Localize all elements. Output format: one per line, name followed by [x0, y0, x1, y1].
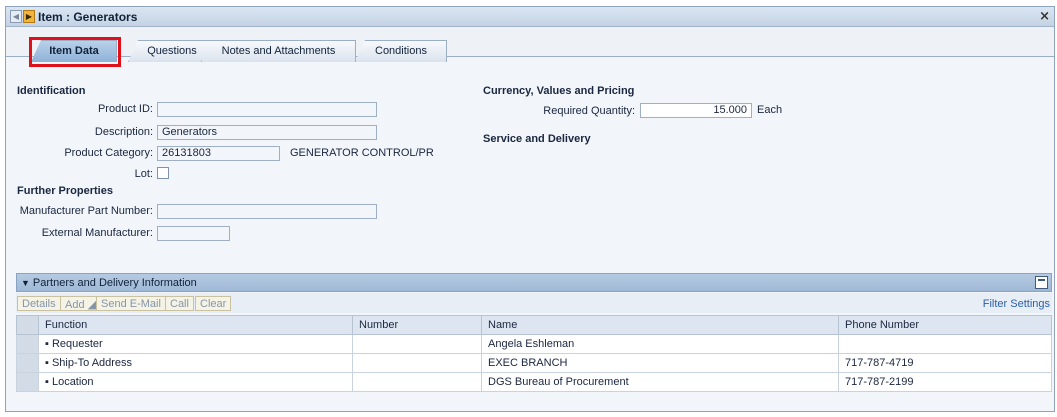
title-bar: ◀ ▶ Item : Generators ×	[6, 7, 1054, 27]
column-header-name[interactable]: Name	[481, 315, 839, 335]
table-row[interactable]: ▪ Requester Angela Eshleman	[16, 334, 1052, 354]
window-title: Item : Generators	[38, 10, 138, 24]
add-button[interactable]: Add ◢	[60, 296, 102, 311]
previous-item-button[interactable]: ◀	[10, 10, 22, 23]
row-selector[interactable]	[16, 372, 39, 392]
partners-toolbar: Details Add ◢ Send E-Mail Call Clear Fil…	[16, 293, 1052, 313]
collapse-triangle-icon[interactable]: ▼	[21, 278, 30, 288]
clear-button[interactable]: Clear	[195, 296, 232, 311]
filter-settings-link[interactable]: Filter Settings	[983, 298, 1050, 310]
external-manufacturer-label: External Manufacturer:	[41, 227, 153, 239]
number-cell	[352, 353, 482, 373]
next-item-button[interactable]: ▶	[23, 10, 35, 23]
product-category-label: Product Category:	[64, 147, 153, 159]
description-label: Description:	[94, 126, 153, 138]
pricing-title: Currency, Values and Pricing	[483, 85, 635, 97]
phone-cell	[838, 334, 1052, 354]
send-email-button[interactable]: Send E-Mail	[96, 296, 166, 311]
call-button[interactable]: Call	[165, 296, 194, 311]
manufacturer-part-number-label: Manufacturer Part Number:	[19, 205, 153, 217]
product-id-field[interactable]	[157, 102, 377, 117]
details-button[interactable]: Details	[17, 296, 61, 311]
function-cell: ▪ Ship-To Address	[38, 353, 353, 373]
phone-cell: 717-787-4719	[838, 353, 1052, 373]
phone-cell: 717-787-2199	[838, 372, 1052, 392]
name-cell: Angela Eshleman	[481, 334, 839, 354]
row-selector[interactable]	[16, 334, 39, 354]
partners-panel: ▼ Partners and Delivery Information Detai…	[16, 273, 1052, 392]
identification-title: Identification	[17, 85, 86, 97]
column-header-number[interactable]: Number	[352, 315, 482, 335]
external-manufacturer-field[interactable]	[157, 226, 230, 241]
partners-table: Function Number Name Phone Number ▪ Requ…	[16, 315, 1052, 392]
service-delivery-title: Service and Delivery	[483, 133, 591, 145]
required-quantity-label: Required Quantity:	[543, 105, 635, 117]
product-category-field[interactable]: 26131803	[157, 146, 280, 161]
product-id-label: Product ID:	[97, 103, 153, 115]
function-cell: ▪ Location	[38, 372, 353, 392]
description-field[interactable]: Generators	[157, 125, 377, 140]
lot-checkbox[interactable]	[157, 167, 169, 179]
item-window: ◀ ▶ Item : Generators × Identification P…	[5, 6, 1055, 412]
table-header-row: Function Number Name Phone Number	[16, 315, 1052, 335]
highlight-annotation	[29, 37, 121, 67]
tab-notes-and-attachments[interactable]: Notes and Attachments	[201, 40, 356, 62]
partners-panel-header[interactable]: ▼ Partners and Delivery Information	[16, 273, 1052, 292]
function-cell: ▪ Requester	[38, 334, 353, 354]
required-quantity-field[interactable]: 15.000	[640, 103, 752, 118]
table-row[interactable]: ▪ Location DGS Bureau of Procurement 717…	[16, 372, 1052, 392]
further-properties-title: Further Properties	[17, 185, 113, 197]
lot-label: Lot:	[134, 168, 153, 180]
select-all-cell[interactable]	[16, 315, 39, 335]
column-header-phone[interactable]: Phone Number	[838, 315, 1052, 335]
tab-conditions[interactable]: Conditions	[355, 40, 447, 62]
column-header-function[interactable]: Function	[38, 315, 353, 335]
minimize-icon[interactable]	[1035, 276, 1048, 289]
number-cell	[352, 334, 482, 354]
table-row[interactable]: ▪ Ship-To Address EXEC BRANCH 717-787-47…	[16, 353, 1052, 373]
product-category-description: GENERATOR CONTROL/PR	[290, 147, 434, 159]
name-cell: EXEC BRANCH	[481, 353, 839, 373]
manufacturer-part-number-field[interactable]	[157, 204, 377, 219]
name-cell: DGS Bureau of Procurement	[481, 372, 839, 392]
close-icon[interactable]: ×	[1039, 9, 1050, 24]
number-cell	[352, 372, 482, 392]
partners-panel-title: Partners and Delivery Information	[32, 277, 197, 289]
required-quantity-unit: Each	[757, 104, 783, 116]
row-selector[interactable]	[16, 353, 39, 373]
